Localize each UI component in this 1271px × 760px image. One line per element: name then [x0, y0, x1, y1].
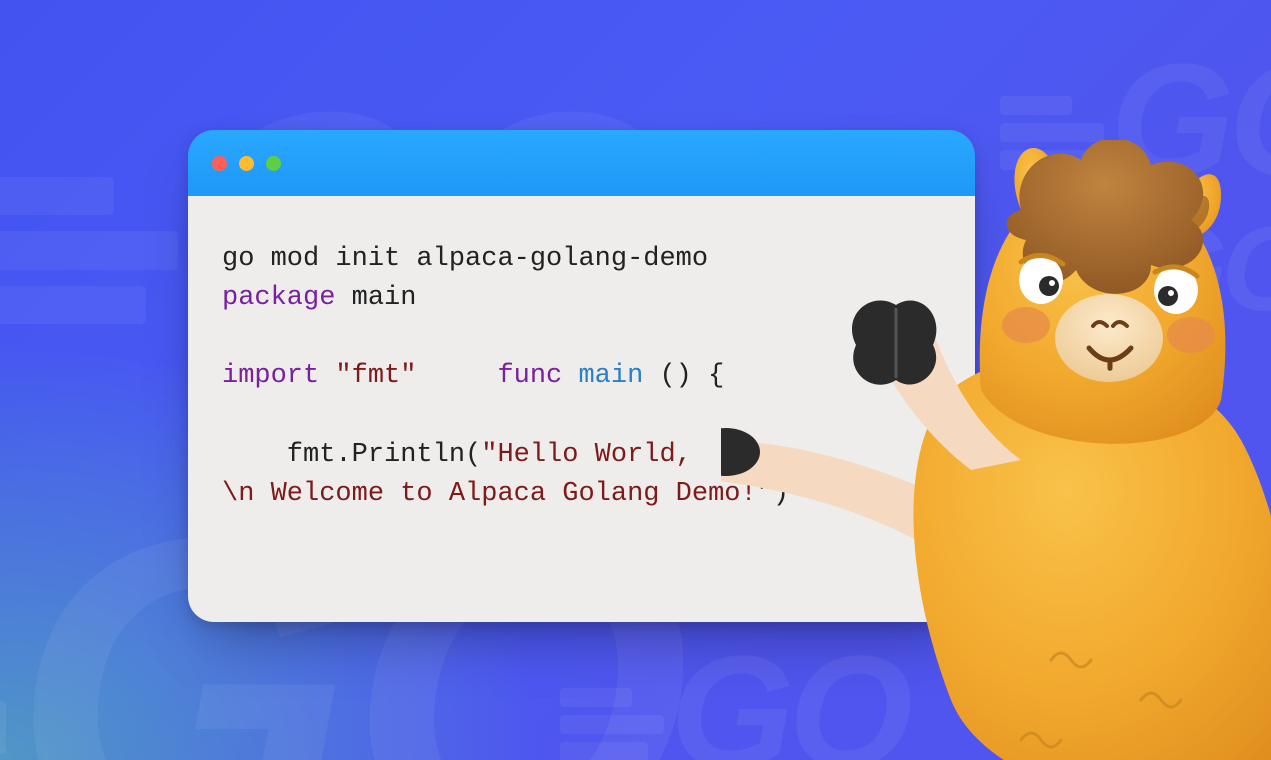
- stage: GO GO GO GO GO go mod init alpaca-golang…: [0, 0, 1271, 760]
- code-text: [562, 361, 578, 391]
- code-text: fmt.Println(: [222, 440, 481, 470]
- code-text: main: [335, 283, 416, 313]
- alpaca-mascot: [721, 140, 1271, 760]
- minimize-icon[interactable]: [239, 156, 254, 171]
- code-string: "fmt": [335, 361, 416, 391]
- code-text: [416, 361, 497, 391]
- code-string: \n Welcome to Alpaca Golang Demo!": [222, 479, 773, 509]
- code-text: [319, 361, 335, 391]
- zoom-icon[interactable]: [266, 156, 281, 171]
- close-icon[interactable]: [212, 156, 227, 171]
- code-string: "Hello World,: [481, 440, 692, 470]
- code-line: go mod init alpaca-golang-demo: [222, 244, 708, 274]
- code-func-name: main: [578, 361, 643, 391]
- code-text: () {: [643, 361, 724, 391]
- code-keyword: package: [222, 283, 335, 313]
- code-keyword: import: [222, 361, 319, 391]
- code-keyword: func: [497, 361, 562, 391]
